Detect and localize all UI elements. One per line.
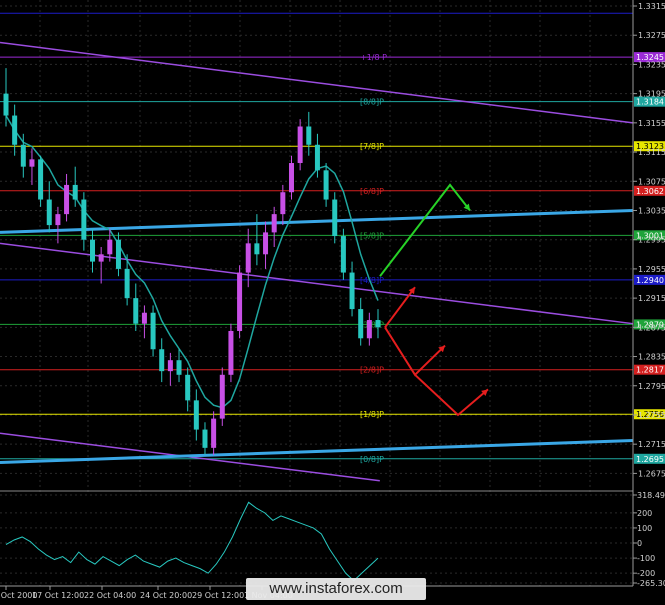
- level-price-badge-text: 1.2695: [636, 455, 664, 464]
- candle-body: [159, 349, 165, 372]
- osc-tick-label: 318.4907: [637, 491, 665, 500]
- y-tick-label: 1.3195: [638, 90, 665, 99]
- candle-body: [271, 214, 277, 233]
- candle-body: [46, 199, 52, 226]
- candle-body: [3, 93, 9, 116]
- candle-body: [55, 214, 61, 226]
- murrey-level-label: [8/8]P: [360, 98, 384, 107]
- y-tick-label: 1.3315: [638, 2, 665, 11]
- murrey-level-label: [4/8]P: [360, 276, 384, 285]
- candle-body: [237, 272, 243, 331]
- candle-body: [219, 374, 225, 419]
- y-tick-label: 1.3115: [638, 148, 665, 157]
- candle-body: [297, 126, 303, 164]
- candle-body: [185, 374, 191, 401]
- candle-body: [263, 232, 269, 255]
- murrey-level-label: [6/8]P: [360, 187, 384, 196]
- y-tick-label: 1.2875: [638, 323, 665, 332]
- candle-body: [193, 400, 199, 430]
- candle-body: [228, 330, 234, 375]
- osc-tick-label: 0: [637, 539, 642, 548]
- y-tick-label: 1.2915: [638, 294, 665, 303]
- osc-tick-label: -200: [637, 569, 655, 578]
- oscillator-panel: [0, 492, 633, 585]
- candle-body: [323, 170, 329, 200]
- y-tick-label: 1.2675: [638, 469, 665, 478]
- murrey-level-label: [2/8]P: [360, 366, 384, 375]
- murrey-level-label: [5/8]P: [360, 231, 384, 240]
- murrey-level-label: [0/8]P: [360, 455, 384, 464]
- candle-body: [306, 126, 312, 145]
- candle-body: [124, 268, 130, 299]
- y-tick-label: 1.2955: [638, 265, 665, 274]
- candle-body: [64, 184, 70, 215]
- candle-body: [141, 312, 147, 324]
- candle-body: [107, 239, 113, 255]
- candle-body: [288, 163, 294, 193]
- candle-body: [167, 360, 173, 372]
- time-tick-label: 24 Oct 20:00: [140, 591, 192, 600]
- candle-body: [375, 320, 381, 328]
- murrey-level-label: [1/8]P: [360, 410, 384, 419]
- candle-body: [81, 199, 87, 240]
- price-axis: 1.3315 1.3275 1.3235 1.3195 1.3155 1.3115 1.30…: [633, 2, 665, 478]
- chart-canvas: +1/8 P 1.3245[8/8]P 1.3184[7/8]P 1.3123[6/8…: [0, 0, 665, 600]
- candle-body: [340, 236, 346, 273]
- y-tick-label: 1.3275: [638, 31, 665, 40]
- candle-body: [202, 429, 208, 448]
- candle-body: [98, 254, 104, 262]
- candle-body: [176, 360, 182, 375]
- oscillator-axis: 318.4907 200 100 0 -100 -200-265.3015: [633, 491, 665, 588]
- murrey-level-label: [7/8]P: [360, 142, 384, 151]
- y-tick-label: 1.3035: [638, 206, 665, 215]
- candle-body: [20, 144, 26, 167]
- candle-body: [12, 115, 18, 145]
- level-price-badge-text: 1.3062: [636, 187, 664, 196]
- candle-body: [245, 243, 251, 273]
- time-tick-label: 17 Oct 12:00: [32, 591, 84, 600]
- osc-tick-label: 100: [637, 524, 652, 533]
- candle-body: [72, 184, 78, 200]
- y-tick-label: 1.3075: [638, 177, 665, 186]
- watermark: www.instaforex.com: [246, 578, 426, 600]
- y-tick-label: 1.2795: [638, 382, 665, 391]
- candle-body: [150, 312, 156, 350]
- y-tick-label: 1.2715: [638, 440, 665, 449]
- y-tick-label: 1.3155: [638, 119, 665, 128]
- y-tick-label: 1.2755: [638, 411, 665, 420]
- osc-tick-label: 200: [637, 509, 652, 518]
- candle-body: [211, 418, 217, 448]
- candle-body: [314, 144, 320, 171]
- candle-body: [358, 309, 364, 339]
- candle-body: [366, 320, 372, 339]
- candle-body: [133, 298, 139, 324]
- level-price-badge-text: 1.3184: [636, 98, 664, 107]
- candle-body: [29, 159, 35, 167]
- level-price-badge-text: 1.2817: [636, 366, 664, 375]
- y-tick-label: 1.3235: [638, 60, 665, 69]
- candle-body: [254, 243, 260, 255]
- candle-body: [349, 272, 355, 310]
- osc-tick-label: -100: [637, 554, 655, 563]
- time-tick-label: 29 Oct 12:00: [192, 591, 244, 600]
- murrey-level-label: +1/8 P: [360, 53, 387, 62]
- candle-body: [280, 192, 286, 215]
- candle-body: [332, 199, 338, 237]
- candle-body: [115, 239, 121, 269]
- time-tick-label: 22 Oct 04:00: [84, 591, 136, 600]
- y-tick-label: 1.2995: [638, 236, 665, 245]
- candle-body: [90, 239, 96, 262]
- y-tick-label: 1.2835: [638, 353, 665, 362]
- candle-body: [38, 159, 44, 200]
- osc-tick-label: -265.3015: [637, 579, 665, 588]
- level-price-badge-text: 1.2940: [636, 276, 664, 285]
